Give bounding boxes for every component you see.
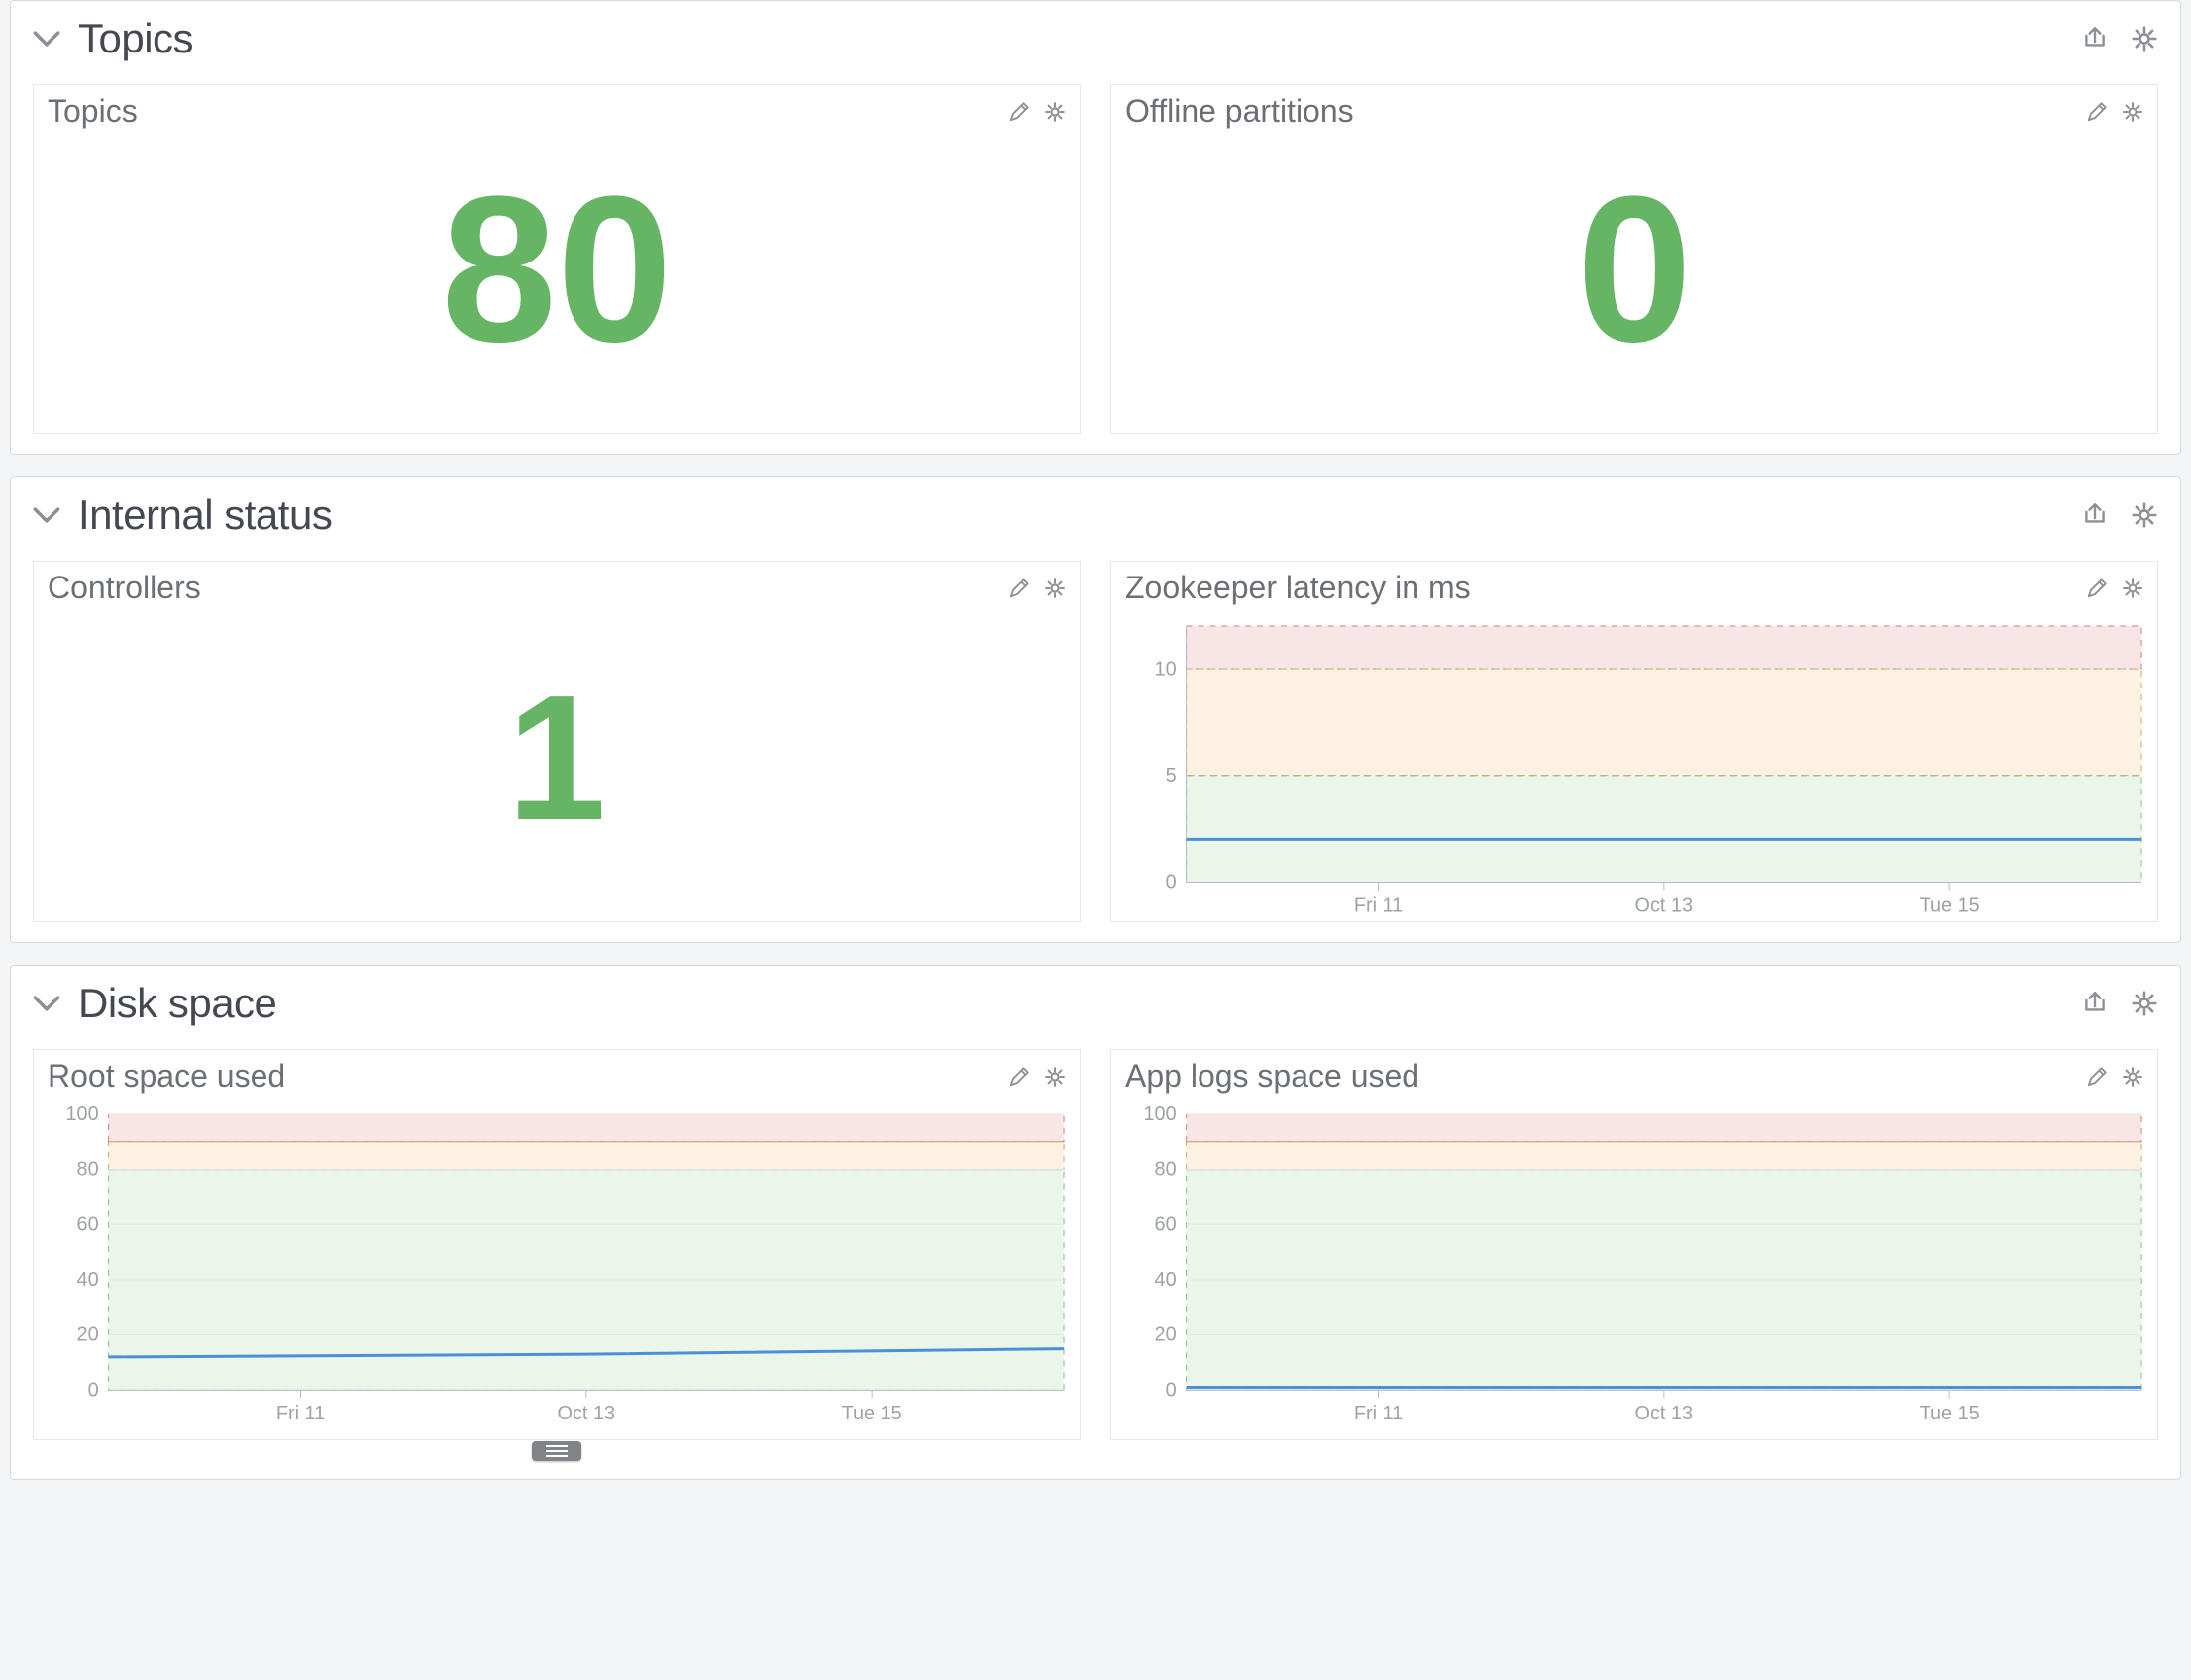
svg-text:0: 0 (88, 1380, 99, 1402)
share-icon[interactable] (2081, 501, 2109, 529)
section-disk-space: Disk space Root space used (10, 965, 2181, 1480)
pencil-icon[interactable] (2086, 578, 2108, 599)
svg-text:Tue 15: Tue 15 (1920, 1403, 1980, 1424)
gear-icon[interactable] (2122, 578, 2143, 599)
svg-text:Tue 15: Tue 15 (1920, 894, 1980, 916)
gear-icon[interactable] (2122, 101, 2143, 123)
chart-root-space[interactable]: 0 20 40 60 80 100 Fri 11 Oct 13 Tue 15 (34, 1101, 1080, 1439)
panel-title: Zookeeper latency in ms (1125, 570, 1471, 606)
section-title: Disk space (78, 980, 276, 1027)
svg-text:60: 60 (1155, 1213, 1177, 1235)
pencil-icon[interactable] (2086, 1066, 2108, 1088)
panel-app-logs-space: App logs space used (1110, 1049, 2158, 1440)
svg-text:80: 80 (1155, 1159, 1177, 1181)
legend-icon[interactable] (532, 1441, 581, 1461)
share-icon[interactable] (2081, 990, 2109, 1017)
share-icon[interactable] (2081, 25, 2109, 52)
chart-zk-latency[interactable]: 0 5 10 Fri 11 Oct 13 Tue 15 (1111, 612, 2157, 921)
metric-value: 0 (1111, 136, 2157, 433)
svg-text:Fri 11: Fri 11 (276, 1403, 325, 1424)
metric-value: 1 (34, 612, 1080, 921)
panel-root-space: Root space used (33, 1049, 1081, 1440)
svg-text:100: 100 (1143, 1104, 1176, 1125)
svg-text:Fri 11: Fri 11 (1354, 894, 1403, 916)
chevron-down-icon[interactable] (33, 503, 60, 527)
svg-text:10: 10 (1155, 659, 1177, 681)
svg-text:60: 60 (77, 1213, 99, 1235)
chart-app-logs-space[interactable]: 0 20 40 60 80 100 Fri 11 Oct 13 Tue 15 (1111, 1101, 2157, 1439)
svg-text:5: 5 (1166, 765, 1177, 787)
gear-icon[interactable] (1044, 578, 1066, 599)
panel-zk-latency: Zookeeper latency in ms (1110, 561, 2158, 922)
pencil-icon[interactable] (1008, 101, 1030, 123)
svg-text:Oct 13: Oct 13 (558, 1403, 616, 1424)
svg-text:40: 40 (77, 1269, 99, 1291)
svg-text:Oct 13: Oct 13 (1635, 1403, 1694, 1424)
section-topics: Topics Topics 80 Of (10, 0, 2181, 455)
section-title: Topics (78, 15, 193, 62)
panel-title: Root space used (48, 1058, 285, 1095)
svg-text:0: 0 (1166, 871, 1177, 892)
svg-text:Fri 11: Fri 11 (1354, 1403, 1403, 1424)
metric-value: 80 (34, 136, 1080, 433)
svg-text:20: 20 (77, 1324, 99, 1346)
gear-icon[interactable] (1044, 101, 1066, 123)
svg-text:Oct 13: Oct 13 (1635, 894, 1694, 916)
svg-text:100: 100 (65, 1104, 98, 1125)
gear-icon[interactable] (2122, 1066, 2143, 1088)
panel-offline-partitions: Offline partitions 0 (1110, 84, 2158, 434)
section-header: Internal status (33, 491, 2158, 539)
gear-icon[interactable] (2131, 990, 2158, 1017)
panel-title: Controllers (48, 570, 201, 606)
gear-icon[interactable] (1044, 1066, 1066, 1088)
panel-controllers: Controllers 1 (33, 561, 1081, 922)
chevron-down-icon[interactable] (33, 27, 60, 51)
pencil-icon[interactable] (2086, 101, 2108, 123)
svg-text:40: 40 (1155, 1269, 1177, 1291)
section-title: Internal status (78, 491, 332, 539)
section-header: Disk space (33, 980, 2158, 1027)
svg-text:Tue 15: Tue 15 (842, 1403, 902, 1424)
section-header: Topics (33, 15, 2158, 62)
svg-text:20: 20 (1155, 1324, 1177, 1346)
chevron-down-icon[interactable] (33, 992, 60, 1015)
svg-text:80: 80 (77, 1159, 99, 1181)
panel-topics-count: Topics 80 (33, 84, 1081, 434)
pencil-icon[interactable] (1008, 1066, 1030, 1088)
panel-title: Offline partitions (1125, 93, 1354, 130)
svg-text:0: 0 (1166, 1380, 1177, 1402)
gear-icon[interactable] (2131, 501, 2158, 529)
panel-title: App logs space used (1125, 1058, 1419, 1095)
section-internal-status: Internal status Controllers 1 (10, 476, 2181, 943)
panel-title: Topics (48, 93, 138, 130)
gear-icon[interactable] (2131, 25, 2158, 52)
pencil-icon[interactable] (1008, 578, 1030, 599)
